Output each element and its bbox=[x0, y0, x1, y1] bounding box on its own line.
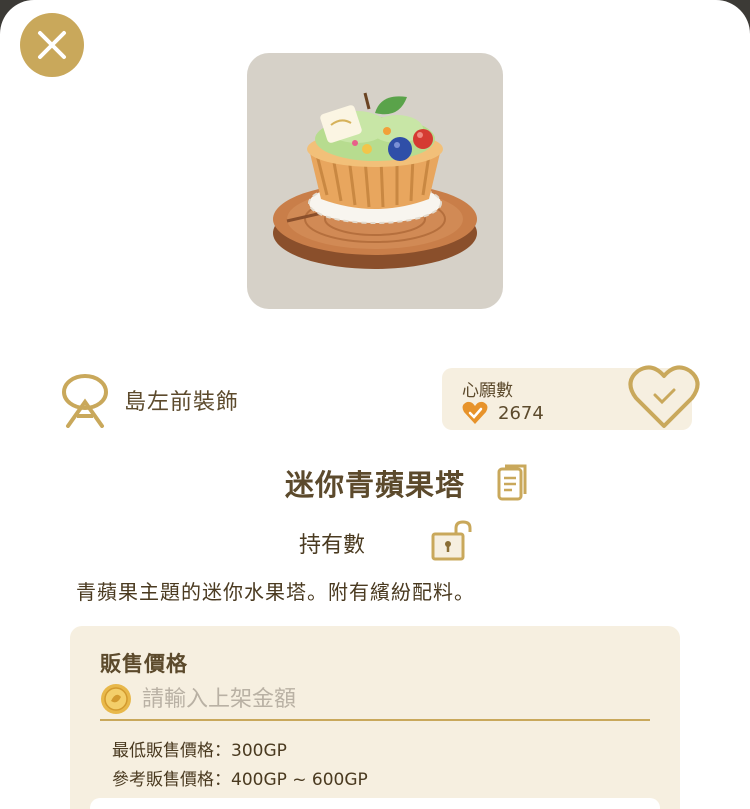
close-button[interactable] bbox=[20, 13, 84, 77]
wishlist-title: 心願數 bbox=[462, 381, 513, 401]
heart-icon bbox=[628, 365, 700, 428]
detail-button[interactable] bbox=[497, 464, 529, 502]
lock-icon bbox=[431, 520, 472, 561]
item-image bbox=[247, 53, 503, 309]
item-detail-sheet: 島左前裝飾 心願數 2674 迷你青蘋果塔 持有數 青蘋果主題的迷你水果塔。附有… bbox=[0, 0, 750, 809]
wishlist-count-row: 2674 bbox=[462, 401, 544, 425]
item-description: 青蘋果主題的迷你水果塔。附有繽紛配料。 bbox=[76, 580, 475, 604]
price-title: 販售價格 bbox=[100, 652, 188, 676]
category-icon bbox=[62, 374, 108, 428]
wish-heart-icon bbox=[462, 401, 488, 424]
owned-count-mask bbox=[378, 526, 402, 568]
price-panel: 販售價格 最低販售價格：300GP 參考販售價格：400GP ~ 600GP bbox=[70, 626, 680, 809]
owned-label: 持有數 bbox=[299, 533, 366, 558]
lock-button[interactable] bbox=[430, 520, 474, 562]
item-category: 島左前裝飾 bbox=[60, 372, 239, 428]
min-price-text: 最低販售價格：300GP bbox=[112, 741, 287, 761]
price-input-row bbox=[100, 679, 650, 721]
wishlist-count: 2674 bbox=[498, 402, 544, 424]
detail-icon bbox=[497, 464, 527, 501]
close-icon bbox=[38, 31, 66, 59]
reference-price-text: 參考販售價格：400GP ~ 600GP bbox=[112, 770, 368, 790]
wishlist-heart-button[interactable] bbox=[628, 364, 700, 430]
gp-coin-icon bbox=[101, 684, 131, 714]
item-name-text: 迷你青蘋果塔 bbox=[284, 468, 465, 502]
category-label: 島左前裝飾 bbox=[124, 390, 240, 415]
item-name: 迷你青蘋果塔 bbox=[0, 462, 750, 504]
price-inner-card bbox=[90, 798, 660, 809]
price-input[interactable] bbox=[140, 685, 624, 713]
